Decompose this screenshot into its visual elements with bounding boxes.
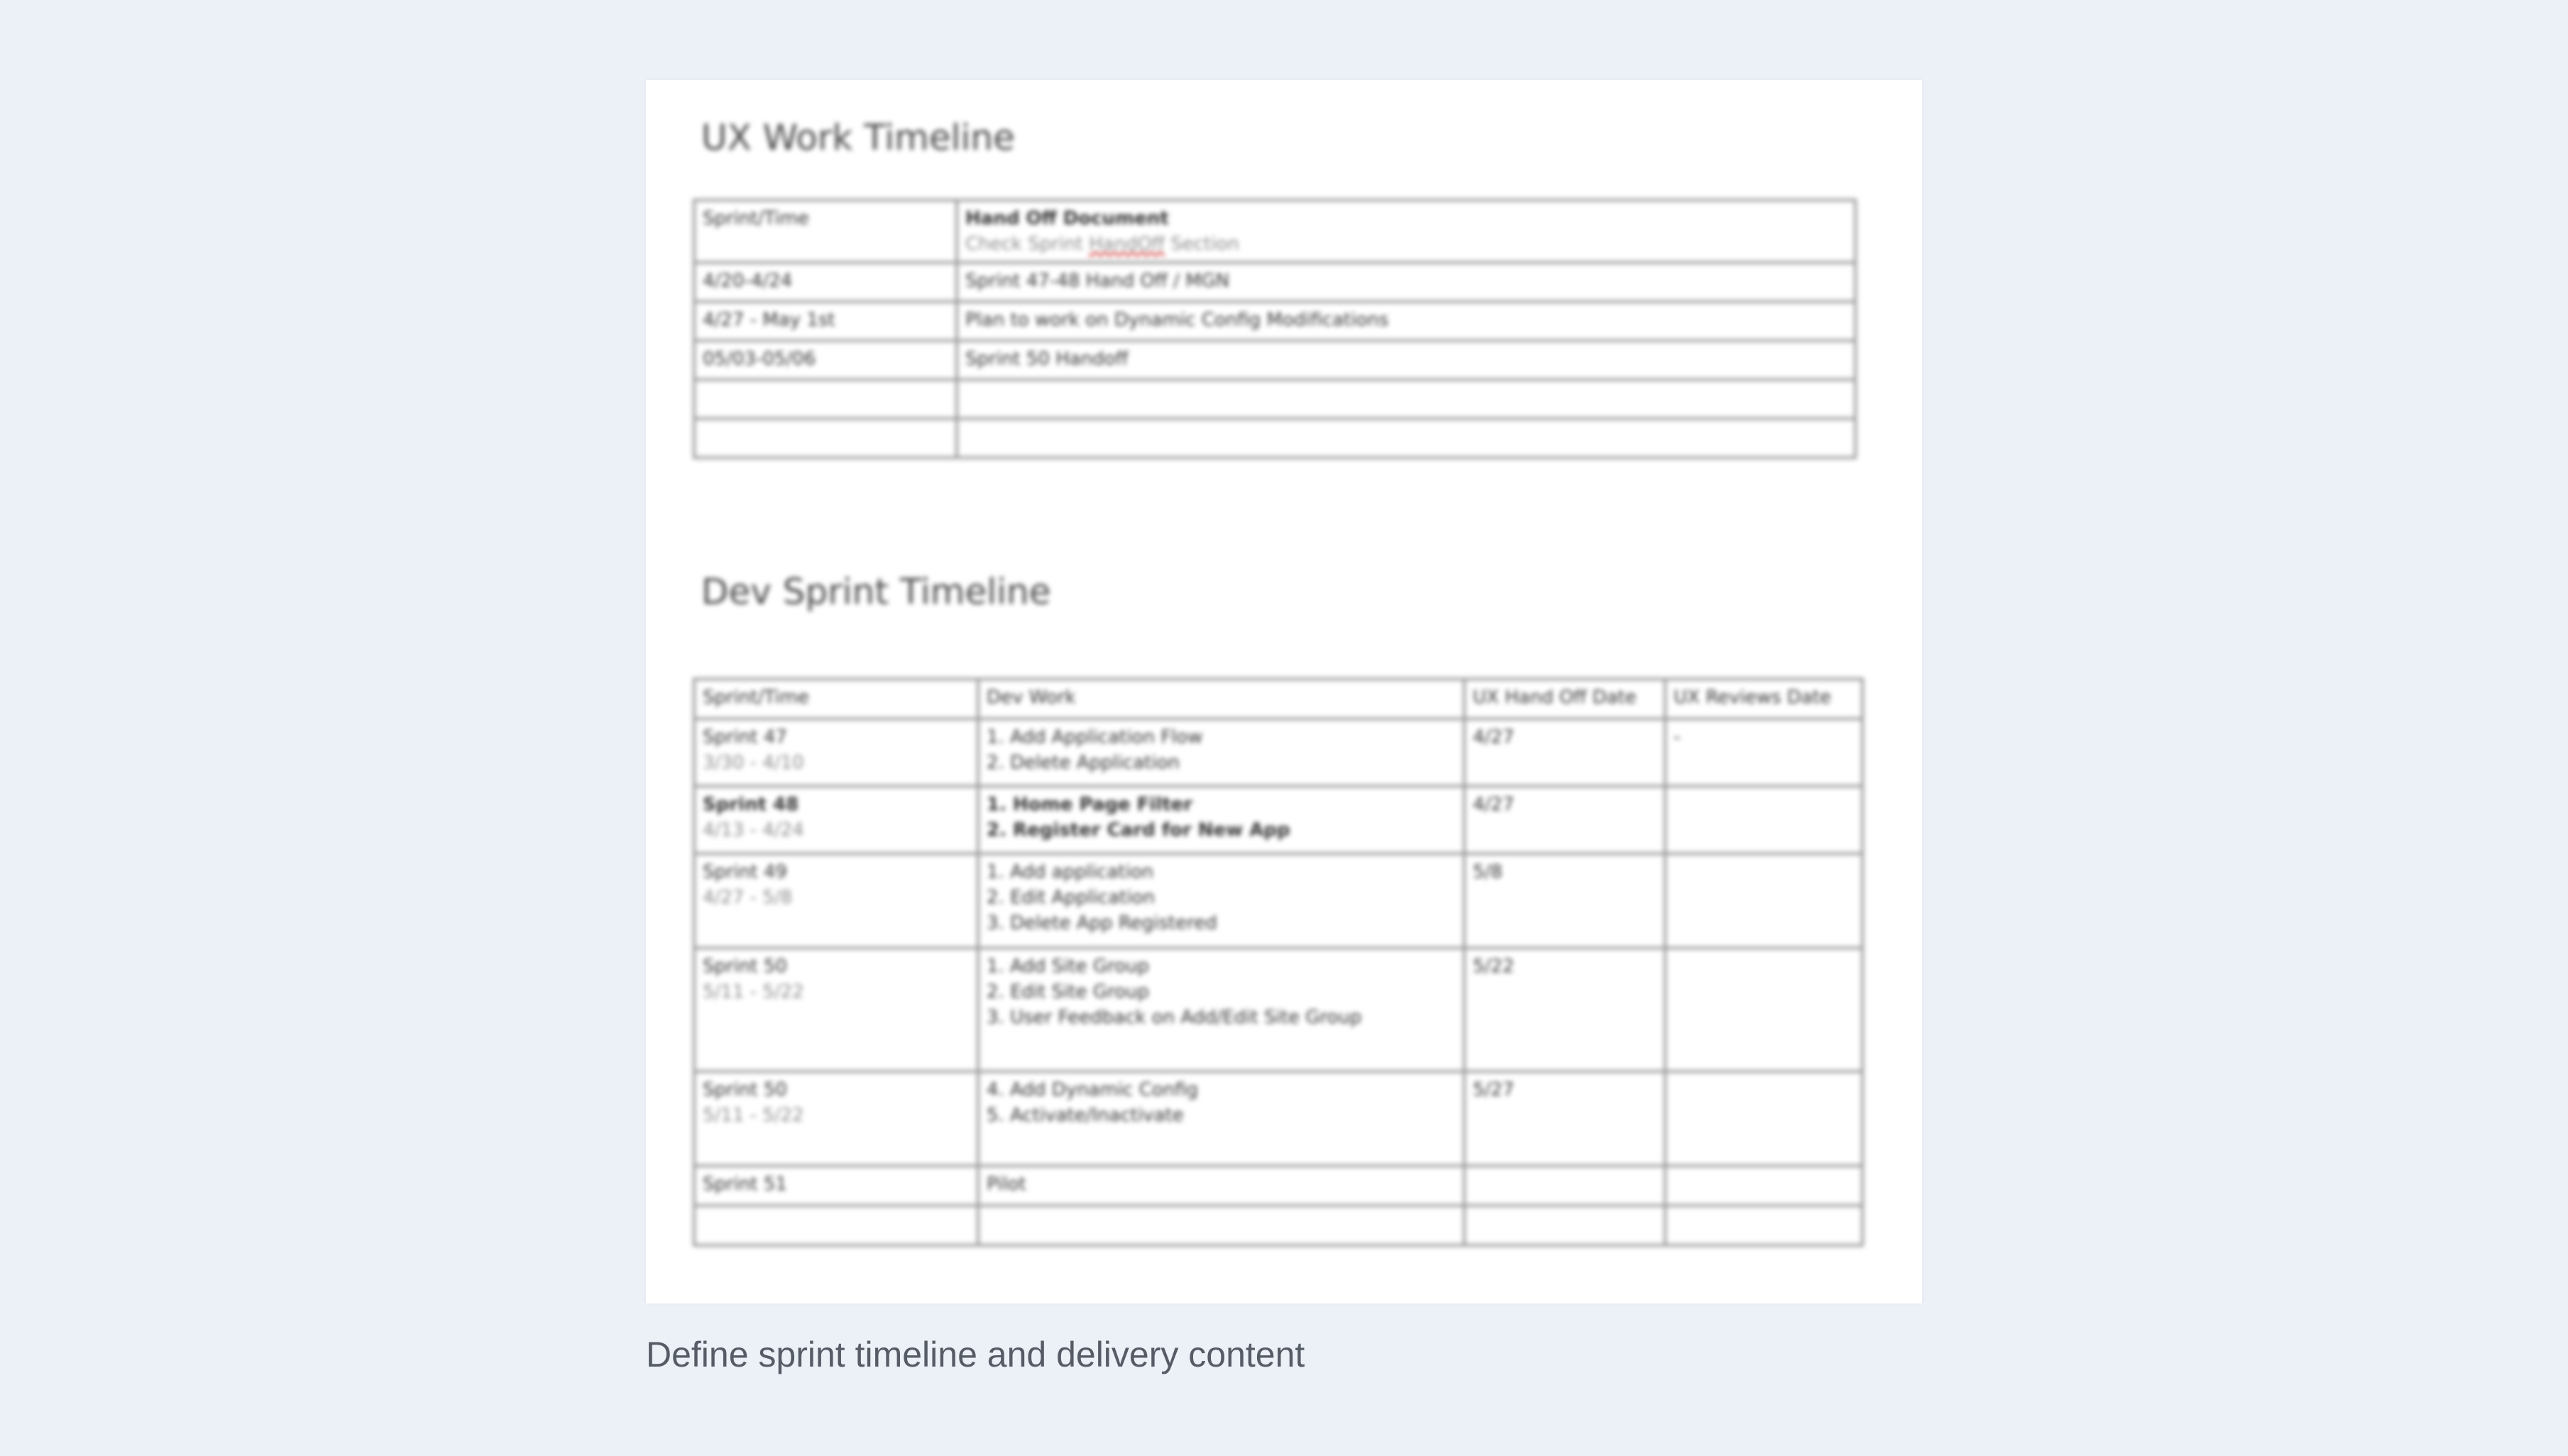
header-ux-reviews-date: UX Reviews Date [1664, 678, 1864, 720]
work-item: 2. Edit Application [987, 887, 1155, 908]
note-suffix: Section [1164, 233, 1239, 255]
table-row [693, 417, 1857, 459]
cell-handoff: 5/22 [1463, 947, 1667, 1073]
sprint-name: Sprint 48 [703, 794, 799, 815]
work-item: 4. Add Dynamic Config [987, 1079, 1199, 1101]
cell-handoff: 4/27 [1463, 785, 1667, 855]
table-row: 4/27 - May 1st Plan to work on Dynamic C… [693, 300, 1857, 342]
note-prefix: Check Sprint [965, 233, 1090, 255]
cell-time [693, 378, 958, 420]
dev-timeline-title: Dev Sprint Timeline [701, 571, 1051, 612]
cell-review [1664, 1070, 1864, 1167]
sprint-dates: 4/13 - 4/24 [703, 820, 804, 841]
header-hand-off-document: Hand Off Document Check Sprint HandOff S… [955, 199, 1857, 264]
work-item: Pilot [987, 1174, 1026, 1195]
cell-sprint: Sprint 48 4/13 - 4/24 [693, 785, 980, 855]
cell-handoff [1463, 1204, 1667, 1247]
cell-sprint: Sprint 50 5/11 - 5/22 [693, 1070, 980, 1167]
work-item: 2. Delete Application [987, 752, 1180, 773]
cell-doc: Plan to work on Dynamic Config Modificat… [955, 300, 1857, 342]
header-sprint-time: Sprint/Time [693, 678, 980, 720]
table-row: 05/03-05/06 Sprint 50 Handoff [693, 339, 1857, 381]
sprint-name: Sprint 49 [703, 861, 787, 883]
work-item: 2. Edit Site Group [987, 981, 1150, 1003]
table-header-row: Sprint/Time Hand Off Document Check Spri… [693, 199, 1857, 264]
table-row [693, 1204, 1864, 1247]
cell-dev-work: 1. Add application 2. Edit Application 3… [977, 852, 1466, 949]
cell-sprint: Sprint 47 3/30 - 4/10 [693, 717, 980, 788]
work-item: 1. Add application [987, 861, 1154, 883]
work-item: 1. Add Site Group [987, 956, 1150, 977]
cell-time: 05/03-05/06 [693, 339, 958, 381]
table-row: Sprint 48 4/13 - 4/24 1. Home Page Filte… [693, 785, 1864, 855]
header-sprint-time: Sprint/Time [693, 199, 958, 264]
header-hand-off-note: Check Sprint HandOff Section [965, 231, 1847, 257]
ux-timeline-title: UX Work Timeline [701, 117, 1015, 158]
table-row: 4/20-4/24 Sprint 47-48 Hand Off / MGN [693, 261, 1857, 303]
sprint-dates: 5/11 - 5/22 [703, 981, 804, 1003]
cell-handoff [1463, 1164, 1667, 1207]
cell-review [1664, 1204, 1864, 1247]
work-item: 3. User Feedback on Add/Edit Site Group [987, 1007, 1362, 1028]
ux-timeline-table: Sprint/Time Hand Off Document Check Spri… [693, 199, 1857, 459]
sprint-name: Sprint 50 [703, 1079, 787, 1101]
cell-sprint: Sprint 50 5/11 - 5/22 [693, 947, 980, 1073]
work-item: 5. Activate/Inactivate [987, 1105, 1184, 1126]
cell-handoff: 5/8 [1463, 852, 1667, 949]
cell-doc: Sprint 50 Handoff [955, 339, 1857, 381]
sprint-dates: 5/11 - 5/22 [703, 1105, 804, 1126]
document-content: UX Work Timeline Sprint/Time Hand Off Do… [646, 80, 1922, 1303]
note-link: HandOff [1089, 233, 1165, 255]
sprint-name: Sprint 50 [703, 956, 787, 977]
table-row [693, 378, 1857, 420]
table-row: Sprint 50 5/11 - 5/22 4. Add Dynamic Con… [693, 1070, 1864, 1167]
table-row: Sprint 51 Pilot [693, 1164, 1864, 1207]
table-row: Sprint 47 3/30 - 4/10 1. Add Application… [693, 717, 1864, 788]
cell-dev-work [977, 1204, 1466, 1247]
cell-handoff: 4/27 [1463, 717, 1667, 788]
table-row: Sprint 49 4/27 - 5/8 1. Add application … [693, 852, 1864, 949]
cell-doc [955, 417, 1857, 459]
cell-time [693, 417, 958, 459]
table-row: Sprint 50 5/11 - 5/22 1. Add Site Group … [693, 947, 1864, 1073]
cell-dev-work: 1. Add Application Flow 2. Delete Applic… [977, 717, 1466, 788]
document-preview: UX Work Timeline Sprint/Time Hand Off Do… [646, 80, 1922, 1303]
header-hand-off-title: Hand Off Document [965, 208, 1169, 229]
cell-sprint: Sprint 49 4/27 - 5/8 [693, 852, 980, 949]
header-ux-hand-off-date: UX Hand Off Date [1463, 678, 1667, 720]
cell-sprint [693, 1204, 980, 1247]
header-dev-work: Dev Work [977, 678, 1466, 720]
cell-review [1664, 785, 1864, 855]
caption: Define sprint timeline and delivery cont… [646, 1335, 1305, 1374]
cell-review [1664, 852, 1864, 949]
cell-dev-work: 1. Home Page Filter 2. Register Card for… [977, 785, 1466, 855]
work-item: 1. Home Page Filter [987, 794, 1193, 815]
cell-handoff: 5/27 [1463, 1070, 1667, 1167]
cell-sprint: Sprint 51 [693, 1164, 980, 1207]
cell-doc: Sprint 47-48 Hand Off / MGN [955, 261, 1857, 303]
sprint-name: Sprint 51 [703, 1174, 787, 1195]
cell-review [1664, 947, 1864, 1073]
work-item: 3. Delete App Registered [987, 912, 1217, 934]
work-item: 2. Register Card for New App [987, 820, 1290, 841]
cell-dev-work: 4. Add Dynamic Config 5. Activate/Inacti… [977, 1070, 1466, 1167]
cell-review: - [1664, 717, 1864, 788]
sprint-dates: 4/27 - 5/8 [703, 887, 793, 908]
cell-doc [955, 378, 1857, 420]
cell-review [1664, 1164, 1864, 1207]
cell-time: 4/27 - May 1st [693, 300, 958, 342]
table-header-row: Sprint/Time Dev Work UX Hand Off Date UX… [693, 678, 1864, 720]
sprint-dates: 3/30 - 4/10 [703, 752, 804, 773]
dev-timeline-table: Sprint/Time Dev Work UX Hand Off Date UX… [693, 678, 1864, 1247]
cell-dev-work: 1. Add Site Group 2. Edit Site Group 3. … [977, 947, 1466, 1073]
work-item: 1. Add Application Flow [987, 727, 1203, 748]
sprint-name: Sprint 47 [703, 727, 787, 748]
cell-time: 4/20-4/24 [693, 261, 958, 303]
cell-dev-work: Pilot [977, 1164, 1466, 1207]
